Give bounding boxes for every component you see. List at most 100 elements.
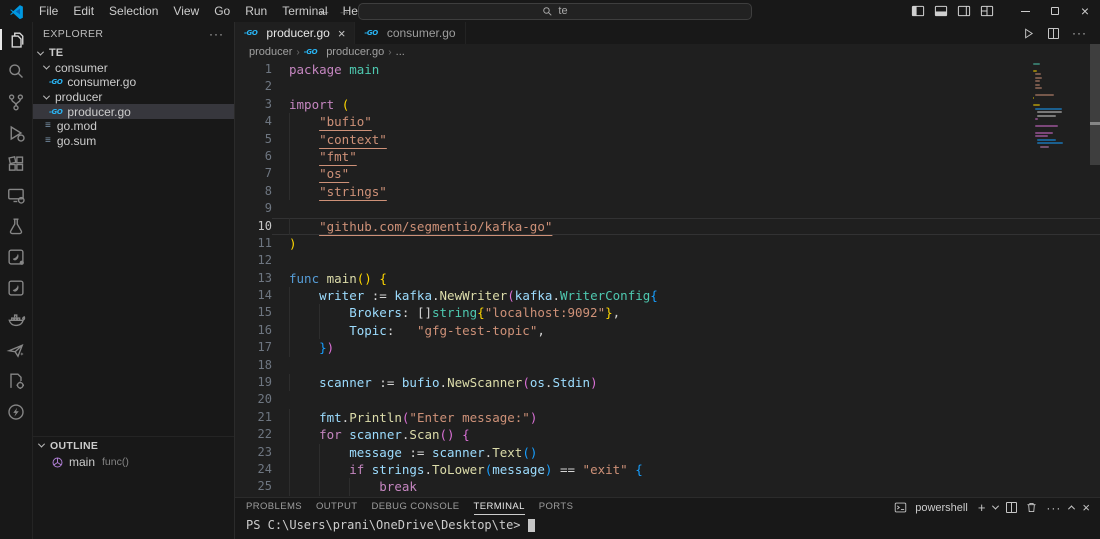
tree-item-consumer-go[interactable]: GO consumer.go [33,75,234,90]
scrollbar-thumb[interactable] [1090,44,1100,165]
code-text: "os" [272,165,1100,182]
code-line: 21 fmt.Println("Enter message:") [235,409,1100,426]
line-number: 18 [257,357,272,372]
minimap-line [1037,111,1062,114]
token: main [326,270,357,286]
code-text: message := scanner.Text() [272,444,1100,461]
menu-selection[interactable]: Selection [102,2,165,20]
breadcrumb-item[interactable]: producer [249,46,292,58]
editor-scrollbar[interactable] [1090,44,1100,539]
maximize-button[interactable] [1040,0,1070,22]
tree-item-go-mod[interactable]: ≡ go.mod [33,119,234,134]
explorer-icon [11,31,24,48]
tree-item-go-sum[interactable]: ≡ go.sum [33,134,234,149]
split-editor-icon[interactable] [1048,27,1059,39]
toggle-primary-sidebar-icon[interactable] [911,4,925,18]
token: } [605,305,613,321]
menu-edit[interactable]: Edit [66,2,101,20]
activity-bird-alt-extension-button[interactable] [0,272,32,303]
code-editor[interactable]: 1 package main 2 3 import (4 "bufio" 5 "context… [235,60,1100,497]
breadcrumb-item[interactable]: ... [396,46,405,58]
shell-label[interactable]: powershell [915,502,968,514]
toggle-secondary-sidebar-icon[interactable] [957,4,971,18]
outline-header[interactable]: OUTLINE [33,437,234,454]
menu-view[interactable]: View [166,2,206,20]
line-number: 8 [264,183,272,198]
terminal-content[interactable]: PS C:\Users\prani\OneDrive\Desktop\te> [235,515,1100,532]
toggle-panel-icon[interactable] [934,4,948,18]
panel-tab-debug-console[interactable]: DEBUG CONSOLE [371,501,459,515]
indent-guide [289,426,319,443]
token: "Enter message:" [409,409,530,425]
panel-more-actions-icon[interactable]: ··· [1046,501,1061,515]
tree-item-consumer[interactable]: consumer [33,61,234,76]
indent-guide [289,218,319,235]
activity-testing-button[interactable] [0,210,32,241]
tab-label: consumer.go [386,26,456,40]
breadcrumb-item[interactable]: producer.go [326,46,384,58]
maximize-panel-icon[interactable] [1068,505,1076,513]
code-line: 18 [235,357,1100,374]
terminal-dropdown-icon[interactable] [992,502,1000,510]
tree-item-producer-go[interactable]: GO producer.go [33,104,234,119]
menu-run[interactable]: Run [238,2,274,20]
activity-search-button[interactable] [0,55,32,86]
views-more-actions-icon[interactable]: ··· [209,27,224,41]
menu-go[interactable]: Go [207,2,237,20]
activity-remote-explorer-button[interactable] [0,179,32,210]
activity-thunder-client-button[interactable] [0,396,32,427]
activity-explorer-button[interactable] [0,24,32,55]
close-panel-icon[interactable]: × [1082,501,1090,514]
panel-tab-terminal[interactable]: TERMINAL [473,501,525,515]
new-terminal-icon[interactable]: + [978,501,986,514]
forward-arrow-icon[interactable]: → [338,0,351,22]
line-number: 25 [257,479,272,494]
go-file-icon: GO [244,29,258,37]
code-line: 19 scanner := bufio.NewScanner(os.Stdin) [235,374,1100,391]
code-line: 1 package main [235,61,1100,78]
run-file-icon[interactable] [1022,27,1035,40]
token: "context" [319,131,387,147]
customize-layout-icon[interactable] [980,4,994,18]
menu-file[interactable]: File [32,2,65,20]
panel-tab-ports[interactable]: PORTS [539,501,574,515]
close-tab-icon[interactable]: × [338,26,346,41]
minimize-button[interactable] [1010,0,1040,22]
panel-tab-output[interactable]: OUTPUT [316,501,357,515]
activity-source-control-button[interactable] [0,86,32,117]
code-line: 2 [235,78,1100,95]
activity-docker-button[interactable] [0,303,32,334]
code-text: for scanner.Scan() { [272,426,1100,443]
tab-producer-go[interactable]: GO producer.go × [235,22,356,44]
code-line: 10 "github.com/segmentio/kafka-go" [235,218,1100,235]
token: ) [529,409,538,425]
indent-guide [319,304,349,321]
activity-extensions-button[interactable] [0,148,32,179]
activity-bar [0,22,33,539]
code-line: 20 [235,391,1100,408]
activity-paper-plane-extension-button[interactable] [0,334,32,365]
tab-consumer-go[interactable]: GO consumer.go [355,22,466,44]
split-terminal-icon[interactable] [1006,502,1018,513]
activity-bird-extension-button[interactable] [0,241,32,272]
activity-settings-file-extension-button[interactable] [0,365,32,396]
indent-guide [319,322,349,339]
token: ( [507,288,515,304]
outline-item-main[interactable]: main func() [33,454,234,470]
close-button[interactable]: × [1070,0,1100,22]
minimap[interactable] [1033,63,1085,149]
panel-tab-problems[interactable]: PROBLEMS [246,501,302,515]
back-arrow-icon[interactable]: ← [318,0,331,22]
workspace-root-item[interactable]: TE [33,46,234,61]
more-actions-icon[interactable]: ··· [1072,26,1087,40]
tree-item-producer[interactable]: producer [33,90,234,105]
command-center-search[interactable]: te [358,2,752,20]
token: func [289,270,320,286]
activity-run-debug-button[interactable] [0,117,32,148]
kill-terminal-trash-icon[interactable] [1025,501,1038,514]
token: := [371,375,402,391]
window-controls: × [911,0,1100,22]
